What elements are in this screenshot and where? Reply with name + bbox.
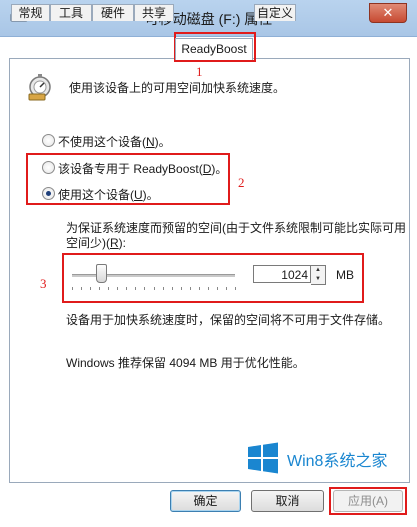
- windows-logo-icon: [248, 442, 278, 474]
- annotation-number-1: 1: [196, 64, 203, 79]
- tab-hardware[interactable]: 硬件: [92, 4, 134, 21]
- ok-button[interactable]: 确定: [170, 490, 241, 512]
- watermark-text: Win8系统之家: [287, 453, 388, 470]
- cancel-button[interactable]: 取消: [251, 490, 324, 512]
- reserve-note: 设备用于加快系统速度时，保留的空间将不可用于文件存储。: [66, 313, 391, 327]
- annotation-box-apply: [329, 487, 407, 515]
- readyboost-icon: [28, 74, 51, 101]
- tab-sharing[interactable]: 共享: [134, 4, 174, 21]
- windows-recommendation: Windows 推荐保留 4094 MB 用于优化性能。: [66, 356, 305, 370]
- close-button[interactable]: ✕: [369, 3, 407, 23]
- annotation-box-2: [26, 153, 230, 205]
- tab-general[interactable]: 常规: [11, 4, 50, 21]
- radio-do-not-use[interactable]: [42, 134, 55, 147]
- annotation-number-3: 3: [40, 276, 47, 291]
- option-do-not-use-label[interactable]: 不使用这个设备(N)。: [58, 133, 171, 150]
- readyboost-description: 使用该设备上的可用空间加快系统速度。: [69, 81, 286, 95]
- annotation-box-3: [62, 253, 364, 303]
- watermark: Win8系统之家: [247, 440, 407, 476]
- tab-tools[interactable]: 工具: [50, 4, 92, 21]
- tab-readyboost[interactable]: ReadyBoost: [175, 38, 253, 60]
- annotation-number-2: 2: [238, 175, 245, 190]
- reserve-space-label-line2: 空间少)(R):: [66, 236, 127, 250]
- tab-customize[interactable]: 自定义: [254, 4, 296, 21]
